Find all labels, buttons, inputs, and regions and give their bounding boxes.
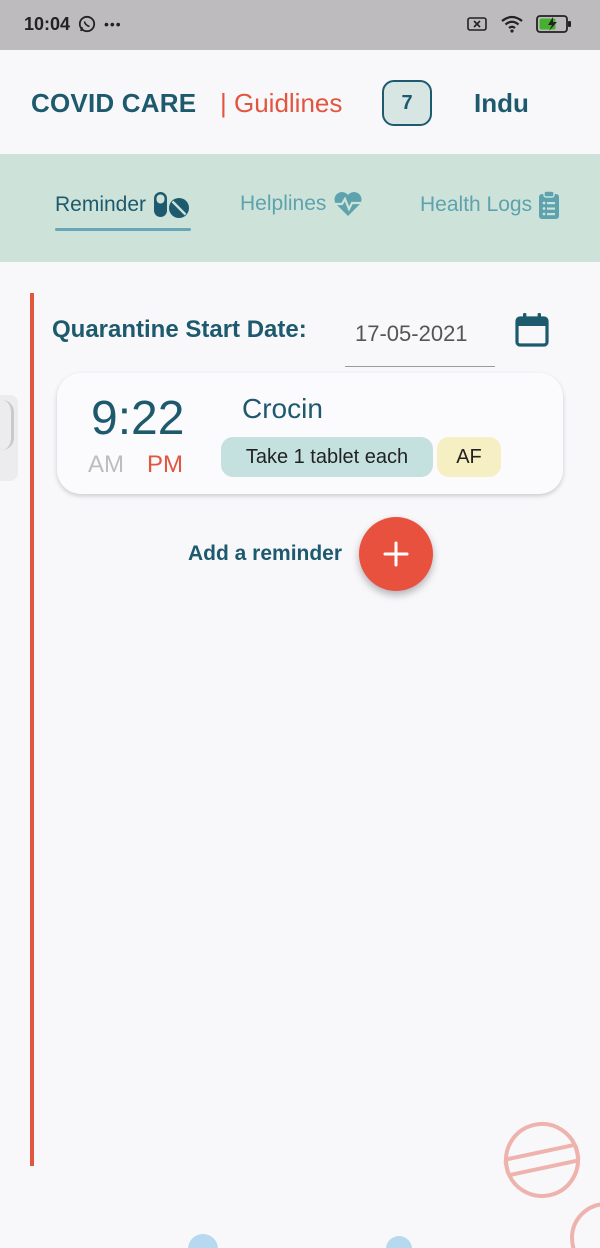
tab-helplines[interactable]: Helplines bbox=[240, 190, 364, 218]
guidelines-link[interactable]: | Guidlines bbox=[220, 88, 342, 119]
sim-off-icon bbox=[467, 17, 487, 31]
whatsapp-icon bbox=[78, 15, 96, 33]
add-reminder-button[interactable] bbox=[359, 517, 433, 591]
medicine-name: Crocin bbox=[242, 393, 323, 424]
reminder-time: 9:22 bbox=[91, 392, 185, 445]
status-notifications: ••• bbox=[78, 15, 122, 33]
reminder-card[interactable]: 9:22 AM PM Crocin Take 1 tablet each AF bbox=[57, 373, 563, 494]
tab-reminder-label: Reminder bbox=[55, 193, 147, 216]
more-notifications-dots: ••• bbox=[104, 16, 122, 32]
app-title: COVID CARE bbox=[31, 88, 197, 118]
tab-health-logs-label: Health Logs bbox=[420, 193, 533, 216]
clipboard-list-icon bbox=[539, 190, 560, 219]
tab-reminder[interactable]: Reminder bbox=[55, 190, 192, 220]
add-reminder-label[interactable]: Add a reminder bbox=[188, 542, 342, 566]
status-system-icons bbox=[466, 14, 572, 34]
wifi-icon bbox=[501, 15, 523, 33]
quarantine-start-date-input[interactable] bbox=[345, 310, 495, 367]
timing-chip: AF bbox=[437, 437, 501, 477]
notification-count-badge[interactable]: 7 bbox=[382, 80, 432, 126]
decorative-dot-icon bbox=[386, 1236, 412, 1248]
plus-icon bbox=[383, 541, 409, 567]
active-tab-indicator bbox=[55, 228, 191, 231]
quarantine-start-label: Quarantine Start Date: bbox=[52, 316, 307, 343]
calendar-icon[interactable] bbox=[514, 312, 550, 348]
tab-bar: Reminder Helplines Health Logs bbox=[0, 154, 600, 262]
am-toggle[interactable]: AM bbox=[88, 451, 124, 479]
dosage-chip: Take 1 tablet each bbox=[221, 437, 433, 477]
tab-health-logs[interactable]: Health Logs bbox=[420, 190, 560, 220]
app-header: COVID CARE | Guidlines 7 Indu bbox=[0, 50, 600, 154]
drawer-handle-arc bbox=[2, 400, 14, 450]
pills-icon bbox=[154, 192, 190, 218]
heartbeat-icon bbox=[334, 192, 363, 216]
user-name[interactable]: Indu bbox=[474, 88, 529, 119]
decorative-pill-partial-icon bbox=[570, 1202, 600, 1248]
timeline-line bbox=[30, 293, 34, 1166]
pm-toggle[interactable]: PM bbox=[147, 451, 183, 479]
tab-helplines-label: Helplines bbox=[240, 192, 327, 215]
battery-charging-icon bbox=[536, 15, 571, 33]
status-time: 10:04 bbox=[24, 14, 71, 34]
decorative-dot-icon bbox=[188, 1234, 218, 1248]
status-bar: 10:04 ••• bbox=[0, 0, 600, 50]
